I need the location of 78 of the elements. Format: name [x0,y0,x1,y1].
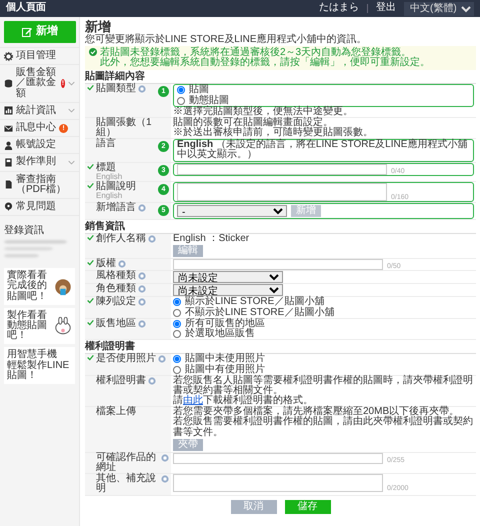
field-note: ※選擇完貼圖類型後，便無法中途變更。 [173,106,354,117]
dropdown-select[interactable]: 尚未設定 [173,284,283,296]
dropdown-select[interactable]: - [177,205,287,217]
field-label: 創作人名稱 [96,234,146,244]
field-text: English ：Sticker [173,234,250,244]
field-label: 其他、補充說明 [96,474,157,495]
field-label: 陳列設定 [96,297,136,308]
promo-text: 實際看看 完成後的貼圖吧！ [7,271,48,302]
download-link[interactable]: 由此 [183,395,203,406]
promo-card[interactable]: 實際看看 完成後的貼圖吧！ [4,268,75,305]
radio-button[interactable] [173,330,181,338]
sidebar-item[interactable]: 帳號設定 [0,136,79,154]
promo-card[interactable]: 製作看看 動態貼圖吧！ [4,308,75,344]
radio-button[interactable] [173,366,181,374]
field-label: 角色種類 [96,284,136,295]
field-label: 貼圖類型 [96,84,136,95]
option-label: 於選取地區販售 [185,328,255,340]
person-icon [4,140,13,150]
check-circle-icon [89,48,97,56]
field-label: 檔案上傳 [96,407,136,418]
field-sublabel: English [96,172,122,181]
option-label: 所有可販售的地區 [185,318,265,329]
edit-icon [22,27,32,37]
notice-text: 若貼圖未登錄標籤，系統將在通過審核後2～3天內自動為您登錄標籤。 此外，您想要編輯系統自動登錄的標籤，請按「編輯」，便即可重新設定。 [100,48,430,68]
field-text: 請由此下載權利證明書的格式。 [173,396,313,406]
field-label: 權利證明書 [96,376,146,386]
field-text: 貼圖的張數可在貼圖編輯畫面設定。 [173,118,333,128]
radio-button[interactable] [177,86,185,94]
logout-link[interactable]: 登出 [376,3,396,14]
field-text: ※於送出審核申請前，可隨時變更貼圖張數。 [173,128,374,138]
field-sublabel: English [96,192,124,200]
sticker-drawing [54,317,72,336]
option-label: 顯示於LINE STORE／貼圖小舖 [185,297,324,308]
page-description: 您可變更將顯示於LINE STORE及LINE應用程式小舖中的資訊。 [85,34,368,45]
option-label: 不顯示於LINE STORE／貼圖小舖 [185,308,334,318]
field-label: 貼圖張數（1組） [96,118,153,138]
radio-button[interactable] [173,298,181,306]
document-icon [4,180,13,190]
field-label: 是否使用照片 [96,354,156,364]
promo-text: 製作看看 動態貼圖吧！ [7,310,48,342]
radio-button[interactable] [173,320,181,328]
text-input[interactable] [177,164,387,175]
option-label: 貼圖中未使用照片 [185,354,265,364]
sidebar-item[interactable]: 統計資訊 [0,102,79,119]
chart-icon [4,106,13,116]
sidebar-item[interactable]: 審查指南（PDF檔） [0,170,79,198]
radio-button[interactable] [177,96,185,105]
option-label: 動態貼圖 [189,96,229,106]
field-label: 版權 [96,259,116,270]
option-label: 貼圖中有使用照片 [185,364,265,374]
dropdown-select[interactable]: 尚未設定 [173,271,283,284]
field-label: 新增語言 [96,203,136,214]
user-name[interactable]: たはまら [319,3,359,14]
language-select[interactable]: 中文(繁體) [404,2,474,16]
sidebar-item[interactable]: 製作準則 [0,153,79,170]
field-label: 風格種類 [96,271,136,282]
mail-icon [4,124,13,133]
field-label: 語言 [96,139,116,150]
login-info-heading: 登錄資訊 [0,215,79,238]
gear-icon [4,52,13,61]
field-text: 若您販售名人貼圖等需要權利證明書作權的貼圖時，請夾帶權利證明書或契約書等相關文件。 [173,376,474,396]
sidebar-item[interactable]: 常見問題 [0,198,79,216]
book-icon [4,158,13,167]
radio-button[interactable] [173,308,181,317]
text-input[interactable] [173,452,383,464]
field-label: 販售地區 [96,318,136,329]
text-input[interactable] [173,259,383,270]
page-title: 新增 [85,19,111,34]
field-label: 標題 [96,162,117,173]
sticker-drawing [54,278,72,296]
field-text: 若您販售需要權利證明書作權的貼圖，請由此夾帶權利證明書或契約書等文件。 [173,417,474,438]
field-label: 可確認作品的網址 [96,452,157,473]
option-label: 貼圖 [189,85,209,96]
field-label: 貼圖說明 [96,182,136,192]
field-text: English （未設定的語言，將在LINE STORE及LINE應用程式小舖中以英文顯示。） [177,140,468,161]
sidebar-item[interactable]: 項目管理 [0,47,79,64]
header-title: 個人頁面 [6,3,46,14]
radio-button[interactable] [173,355,181,364]
